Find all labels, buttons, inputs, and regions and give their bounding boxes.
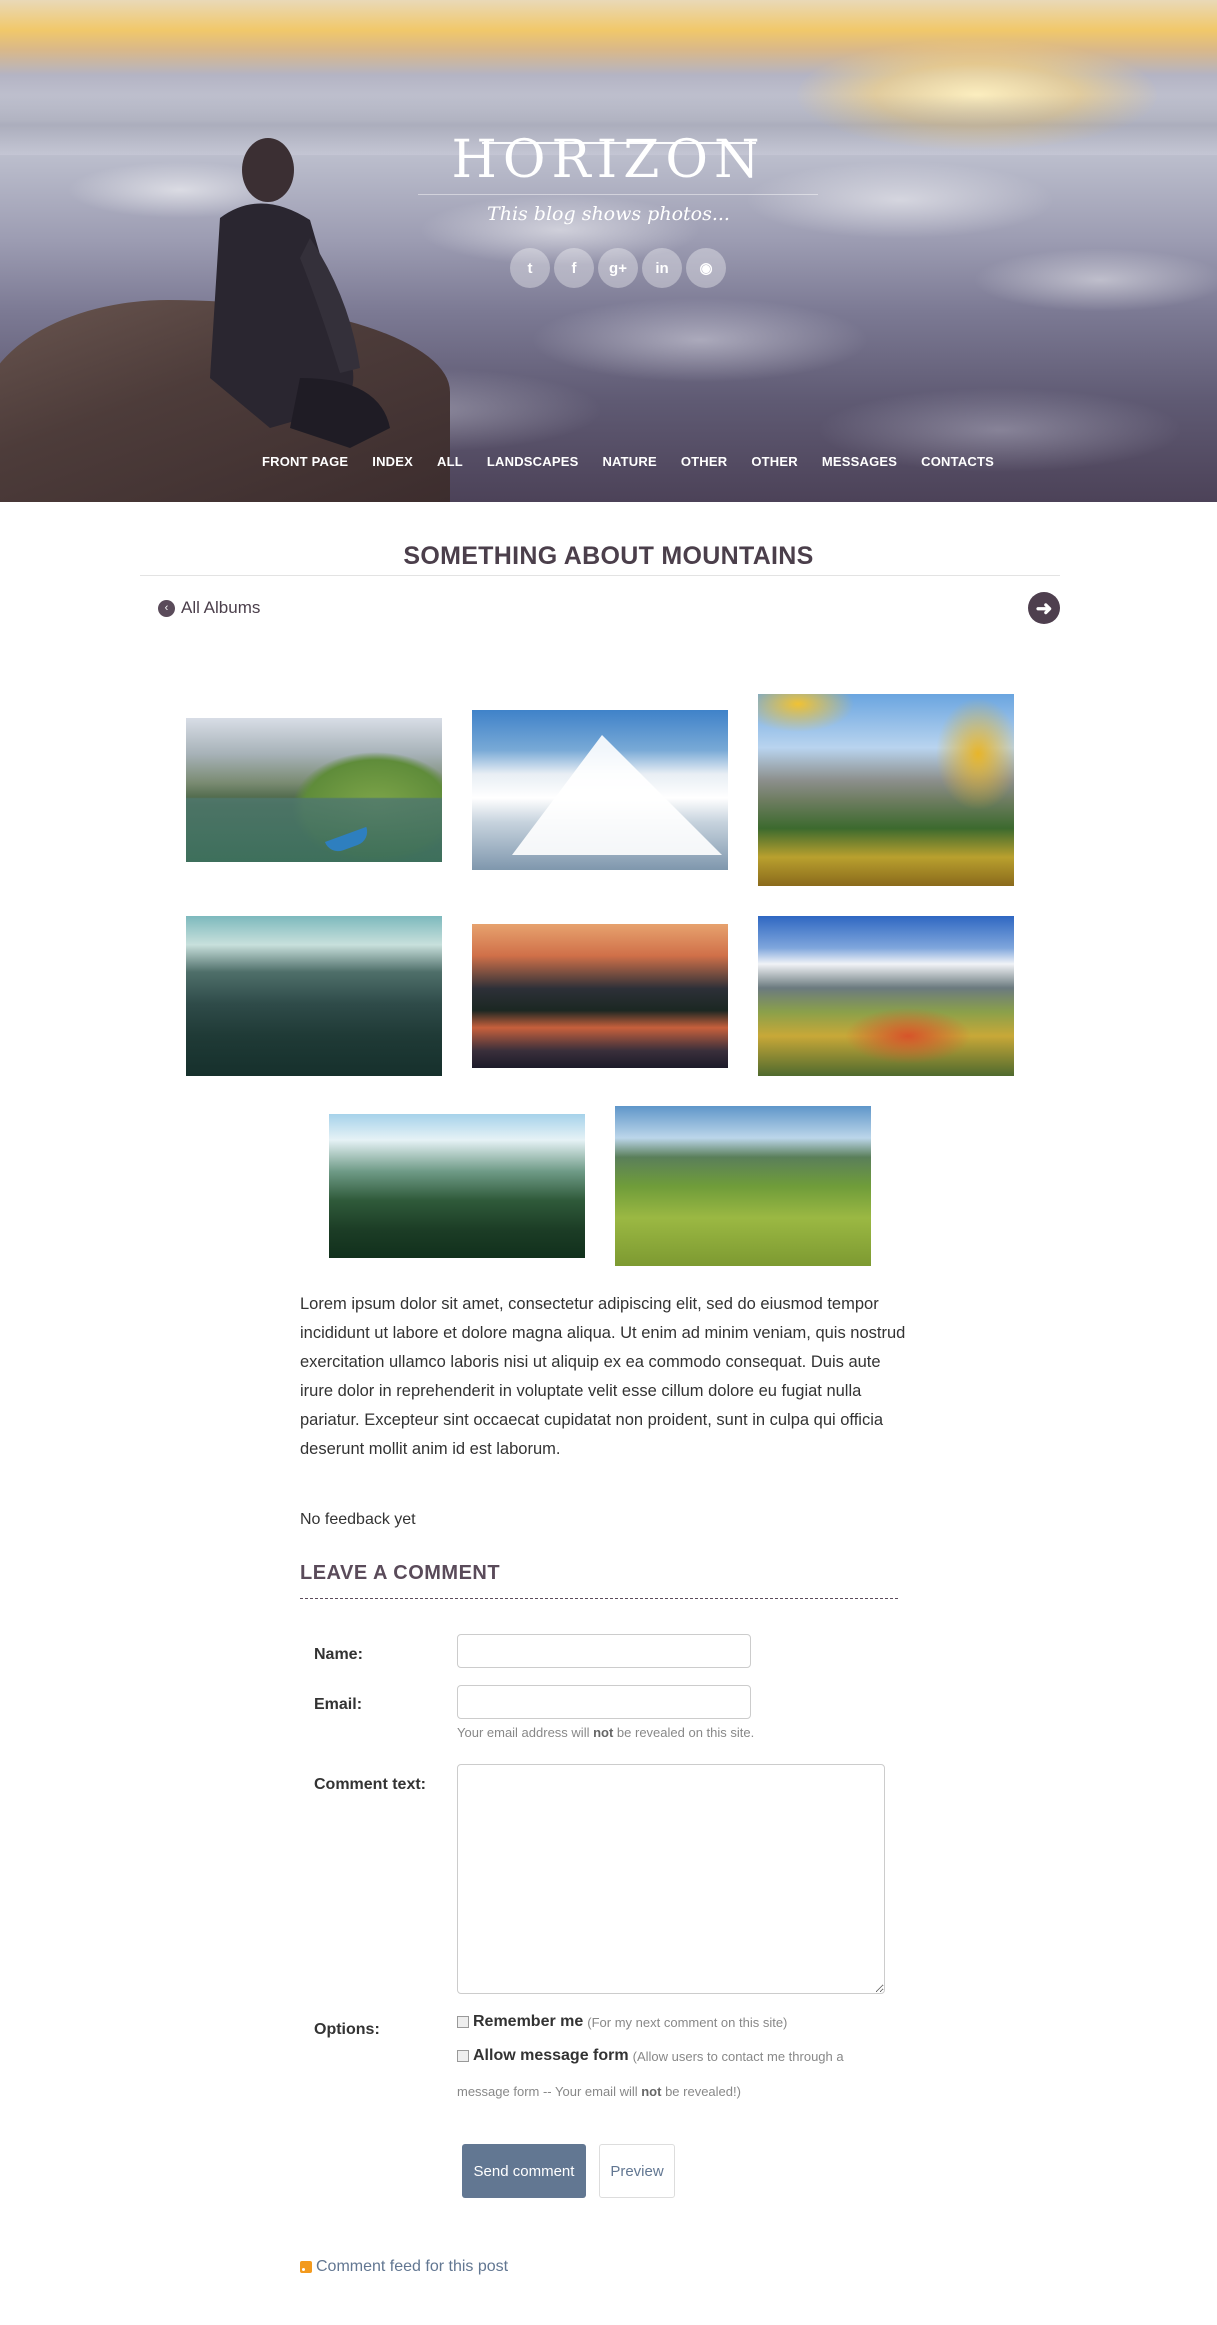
photo-thumbnail-green-hills[interactable] (615, 1106, 871, 1266)
page-title: SOMETHING ABOUT MOUNTAINS (403, 542, 814, 570)
allow-hint2-pre: message form -- Your email will (457, 2084, 642, 2099)
twitter-icon[interactable]: t (510, 248, 550, 288)
name-field[interactable] (457, 1634, 751, 1668)
nav-front-page[interactable]: FRONT PAGE (262, 454, 348, 469)
preview-button[interactable]: Preview (599, 2144, 675, 2198)
logo[interactable]: HORIZON (0, 130, 1217, 190)
post-body: Lorem ipsum dolor sit amet, consectetur … (300, 1295, 906, 1458)
allow-hint2-bold: not (641, 2084, 662, 2099)
email-hint-pre: Your email address will (457, 1725, 594, 1740)
facebook-icon[interactable]: f (554, 248, 594, 288)
email-hint: Your email address will not be revealed … (457, 1725, 754, 1740)
comment-textarea[interactable] (457, 1764, 885, 1994)
email-field[interactable] (457, 1685, 751, 1719)
remember-me-option: Remember me (For my next comment on this… (457, 2013, 787, 2031)
send-comment-button[interactable]: Send comment (462, 2144, 586, 2198)
allow-message-form-checkbox[interactable] (457, 2050, 469, 2062)
nav-contacts[interactable]: CONTACTS (921, 454, 994, 469)
chevron-left-circle-icon: ‹ (158, 599, 175, 617)
boat-shape (324, 826, 372, 856)
options-label: Options: (314, 2021, 380, 2038)
comment-feed-label: Comment feed for this post (316, 2258, 509, 2275)
email-hint-post: be revealed on this site. (613, 1725, 755, 1740)
nav-index[interactable]: INDEX (372, 454, 413, 469)
photo-thumbnail-snow-peak[interactable] (472, 710, 728, 870)
remember-me-hint: (For my next comment on this site) (587, 2014, 788, 2030)
nav-landscapes[interactable]: LANDSCAPES (487, 454, 579, 469)
google-plus-icon[interactable]: g+ (598, 248, 638, 288)
leave-comment-title: LEAVE A COMMENT (300, 1562, 501, 1584)
remember-me-checkbox[interactable] (457, 2016, 469, 2028)
all-albums-link[interactable]: ‹ All Albums (158, 598, 260, 618)
photo-thumbnail-lake[interactable] (186, 718, 442, 862)
hero-header: HORIZON This blog shows photos... t f g+… (0, 0, 1217, 502)
logo-bar (482, 142, 756, 144)
remember-me-label[interactable]: Remember me (473, 2013, 583, 2031)
all-albums-label: All Albums (181, 598, 261, 617)
email-label: Email: (314, 1696, 363, 1713)
no-feedback-text: No feedback yet (300, 1511, 416, 1528)
github-icon[interactable]: ◉ (686, 248, 726, 288)
photo-thumbnail-sunset-reflection[interactable] (472, 924, 728, 1068)
photo-thumbnail-green-ridges[interactable] (186, 916, 442, 1076)
leave-comment-divider (300, 1598, 898, 1599)
nav-all[interactable]: ALL (437, 454, 463, 469)
tagline: This blog shows photos... (487, 203, 730, 225)
nav-messages[interactable]: MESSAGES (822, 454, 897, 469)
logo-title[interactable]: HORIZON (446, 130, 772, 190)
email-hint-bold: not (593, 1725, 614, 1740)
nav-nature[interactable]: NATURE (602, 454, 656, 469)
comment-text-label: Comment text: (314, 1776, 427, 1793)
main-nav: FRONT PAGE INDEX ALL LANDSCAPES NATURE O… (262, 454, 994, 469)
comment-feed-link[interactable]: Comment feed for this post (300, 2258, 508, 2276)
logo-divider (418, 194, 818, 195)
allow-message-form-option: Allow message form (Allow users to conta… (457, 2047, 844, 2065)
allow-hint2-post: be revealed!) (661, 2084, 741, 2099)
linkedin-icon[interactable]: in (642, 248, 682, 288)
allow-message-form-hint: (Allow users to contact me through a (632, 2048, 844, 2064)
title-divider (140, 575, 1060, 576)
allow-message-form-hint-2: message form -- Your email will not be r… (457, 2084, 741, 2099)
nav-other-2[interactable]: OTHER (751, 454, 798, 469)
name-label: Name: (314, 1646, 363, 1663)
photo-thumbnail-autumn-valley[interactable] (758, 694, 1014, 886)
allow-message-form-label[interactable]: Allow message form (473, 2047, 629, 2065)
photo-thumbnail-misty-valley[interactable] (329, 1114, 585, 1258)
peak-shape (512, 735, 722, 855)
nav-other[interactable]: OTHER (681, 454, 728, 469)
photo-thumbnail-alpine-stream[interactable] (758, 916, 1014, 1076)
social-links: t f g+ in ◉ (510, 248, 726, 288)
rss-icon (300, 2261, 312, 2273)
arrow-right-circle-icon[interactable]: ➜ (1028, 592, 1060, 624)
